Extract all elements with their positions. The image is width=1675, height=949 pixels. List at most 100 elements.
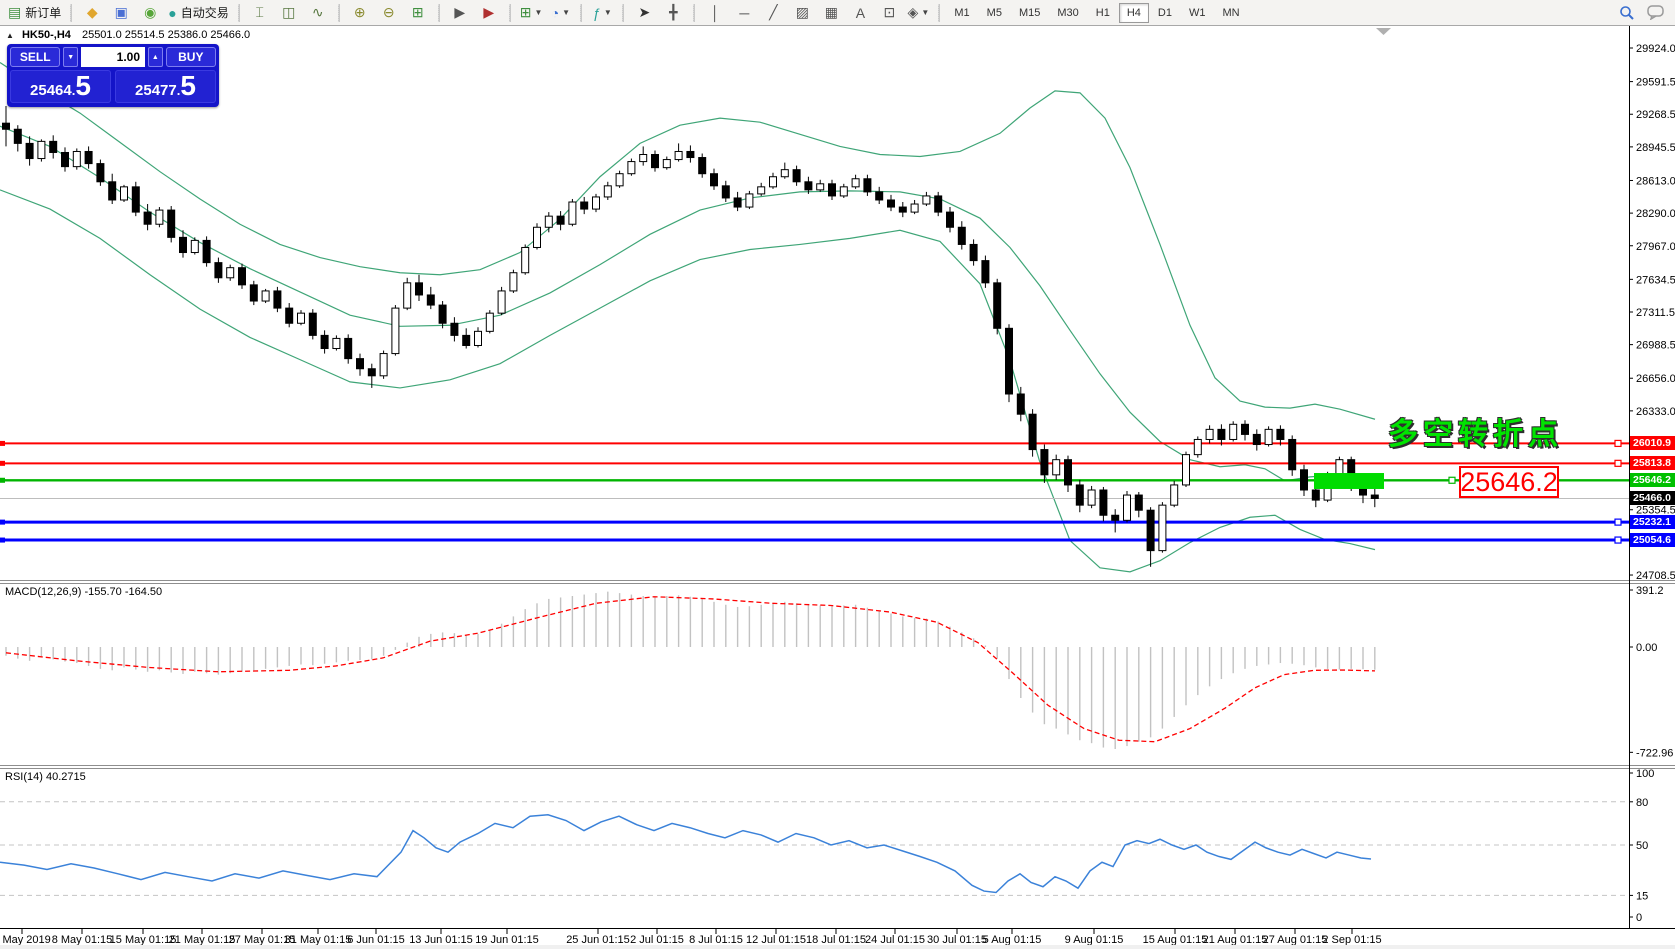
dropdown-caret-icon[interactable]: ▼	[534, 8, 542, 17]
price-callout-box: 25646.2	[1459, 466, 1559, 498]
buy-button[interactable]: BUY	[166, 47, 216, 67]
trendline-button[interactable]: ╱	[759, 3, 787, 23]
indicators-button[interactable]: ƒ▼	[588, 3, 616, 23]
equidistant-channel-icon: ▨	[796, 4, 809, 21]
svg-text:24708.5: 24708.5	[1636, 570, 1675, 582]
profiles-icon: ◔	[551, 5, 559, 21]
buy-price[interactable]: 25477 . 5	[115, 70, 216, 103]
chart-svg: 29924.029591.529268.528945.528613.028290…	[0, 26, 1675, 949]
green-highlight-rect	[1314, 473, 1384, 489]
vertical-line-button[interactable]: │	[701, 3, 729, 23]
zoom-out-button[interactable]: ⊖	[375, 3, 403, 23]
collapse-panel-icon[interactable]: ▲	[6, 31, 14, 40]
timeframe-h1[interactable]: H1	[1088, 3, 1118, 23]
shapes-icon: ◈	[908, 4, 919, 21]
dropdown-caret-icon[interactable]: ▼	[921, 8, 929, 17]
text-label-icon: ⊡	[884, 4, 896, 21]
zoom-out-icon: ⊖	[383, 4, 395, 21]
search-icon[interactable]	[1613, 3, 1641, 23]
tile-windows-button[interactable]: ⊞	[404, 3, 432, 23]
svg-text:15: 15	[1636, 890, 1648, 902]
signals-button[interactable]: ◉	[136, 3, 164, 23]
auto-scroll-button[interactable]: ▶	[446, 3, 474, 23]
fibonacci-icon: ▦	[825, 4, 838, 21]
svg-text:28945.5: 28945.5	[1636, 142, 1675, 154]
price-badge-25813.8: 25813.8	[1630, 456, 1675, 470]
text-button[interactable]: A	[846, 3, 874, 23]
chart-area: 29924.029591.529268.528945.528613.028290…	[0, 26, 1675, 949]
volume-decrease-button[interactable]: ▼	[63, 47, 78, 67]
window-bottom-strip	[0, 945, 1675, 949]
timeframe-m5[interactable]: M5	[979, 3, 1010, 23]
new-order-button[interactable]: ▤新订单	[5, 3, 64, 23]
dropdown-caret-icon[interactable]: ▼	[562, 8, 570, 17]
timeframe-m15[interactable]: M15	[1011, 3, 1048, 23]
svg-text:391.2: 391.2	[1636, 585, 1664, 597]
sell-price[interactable]: 25464 . 5	[10, 70, 111, 103]
one-click-trading-panel: SELL ▼ ▲ BUY 25464 . 5 25477 . 5	[7, 44, 219, 107]
volume-increase-button[interactable]: ▲	[148, 47, 163, 67]
svg-text:29268.5: 29268.5	[1636, 109, 1675, 121]
svg-text:80: 80	[1636, 797, 1648, 809]
timeframe-h4[interactable]: H4	[1119, 3, 1149, 23]
price-axis[interactable]: 29924.029591.529268.528945.528613.028290…	[0, 26, 1675, 929]
zoom-in-icon: ⊕	[354, 4, 366, 21]
macd-indicator	[6, 592, 1375, 749]
candlestick-chart-button[interactable]: ◫	[275, 3, 303, 23]
price-badge-25646.2: 25646.2	[1630, 473, 1675, 487]
text-icon: A	[856, 5, 865, 21]
horizontal-line-button[interactable]: ─	[730, 3, 758, 23]
svg-text:26656.0: 26656.0	[1636, 373, 1675, 385]
svg-text:29591.5: 29591.5	[1636, 77, 1675, 89]
autotrading-icon: ●	[168, 5, 176, 21]
line-chart-button[interactable]: ∿	[304, 3, 332, 23]
svg-text:100: 100	[1636, 768, 1654, 780]
metaquotes-icon: ◆	[87, 4, 98, 21]
crosshair-icon: ╋	[669, 4, 677, 21]
indicators-icon: ƒ	[593, 5, 601, 21]
equidistant-channel-button[interactable]: ▨	[788, 3, 816, 23]
dropdown-caret-icon[interactable]: ▼	[604, 8, 612, 17]
svg-text:27311.5: 27311.5	[1636, 307, 1675, 319]
cursor-icon: ➤	[639, 4, 651, 21]
timeframe-w1[interactable]: W1	[1181, 3, 1214, 23]
vertical-line-icon: │	[711, 5, 720, 21]
svg-text:0: 0	[1636, 912, 1642, 924]
bar-chart-button[interactable]: ⌶	[246, 3, 274, 23]
symbol-name: HK50-,H4	[22, 29, 71, 41]
cursor-button[interactable]: ➤	[630, 3, 658, 23]
shapes-button[interactable]: ◈▼	[904, 3, 932, 23]
chat-icon[interactable]	[1642, 3, 1670, 23]
bollinger-bands	[0, 63, 1375, 572]
crosshair-button[interactable]: ╋	[659, 3, 687, 23]
terminal-button[interactable]: ▣	[107, 3, 135, 23]
timeframe-m30[interactable]: M30	[1049, 3, 1086, 23]
volume-input[interactable]	[81, 47, 145, 67]
signals-icon: ◉	[144, 4, 156, 21]
fibonacci-button[interactable]: ▦	[817, 3, 845, 23]
new-chart-button[interactable]: ⊞▼	[517, 3, 546, 23]
ohlc-values: 25501.0 25514.5 25386.0 25466.0	[82, 29, 250, 41]
sell-button[interactable]: SELL	[10, 47, 60, 67]
autotrading-button[interactable]: ●自动交易	[165, 3, 231, 23]
profiles-button[interactable]: ◔▼	[546, 3, 574, 23]
chart-shift-marker[interactable]	[1376, 28, 1391, 35]
time-axis[interactable]: 2 May 20198 May 01:1515 May 01:1521 May …	[0, 929, 1382, 946]
text-label-button[interactable]: ⊡	[875, 3, 903, 23]
metaquotes-button[interactable]: ◆	[78, 3, 106, 23]
timeframe-d1[interactable]: D1	[1150, 3, 1180, 23]
svg-text:0.00: 0.00	[1636, 642, 1657, 654]
timeframe-m1[interactable]: M1	[946, 3, 977, 23]
svg-text:50: 50	[1636, 840, 1648, 852]
svg-text:28290.0: 28290.0	[1636, 208, 1675, 220]
chart-shift-button[interactable]: ▶	[475, 3, 503, 23]
timeframe-mn[interactable]: MN	[1214, 3, 1247, 23]
svg-text:29924.0: 29924.0	[1636, 43, 1675, 55]
zoom-in-button[interactable]: ⊕	[346, 3, 374, 23]
toolbar-separator	[238, 4, 240, 22]
chart-shift-icon: ▶	[483, 4, 494, 21]
price-badge-25054.6: 25054.6	[1630, 533, 1675, 547]
buy-price-big-digit: 5	[180, 71, 196, 101]
pane-separators[interactable]	[0, 581, 1675, 769]
rsi-line	[0, 815, 1371, 893]
